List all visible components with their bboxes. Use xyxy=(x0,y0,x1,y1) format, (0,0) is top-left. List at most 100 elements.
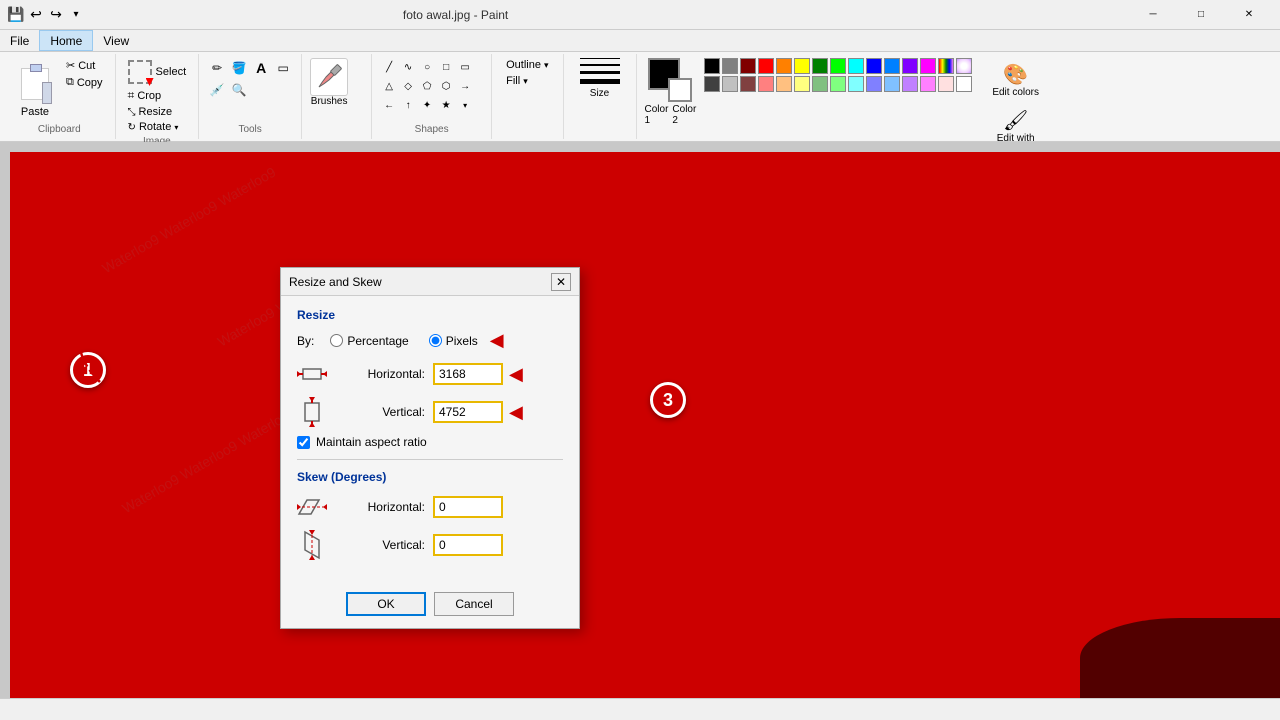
cut-button[interactable]: ✂ Cut xyxy=(62,58,107,73)
percentage-radio[interactable] xyxy=(330,334,343,347)
swatch-lavender[interactable] xyxy=(902,76,918,92)
color-picker-tool[interactable]: 💉 xyxy=(207,80,227,100)
arrow-right-tool[interactable]: → xyxy=(456,77,474,95)
select-button[interactable]: Select xyxy=(124,58,191,86)
vertical-arrow: ◀ xyxy=(509,402,523,423)
rotate-button[interactable]: ↻ Rotate ▾ xyxy=(124,120,191,134)
cancel-button[interactable]: Cancel xyxy=(434,592,514,616)
swatch-blue[interactable] xyxy=(866,58,882,74)
percentage-radio-label[interactable]: Percentage xyxy=(330,334,408,348)
swatch-black[interactable] xyxy=(704,58,720,74)
ok-button[interactable]: OK xyxy=(346,592,426,616)
maintain-aspect-checkbox[interactable] xyxy=(297,436,310,449)
size-line-2[interactable] xyxy=(580,64,620,66)
crop-button[interactable]: ⌗ Crop xyxy=(124,87,191,104)
skew-horizontal-row: Horizontal: xyxy=(297,492,563,522)
menu-file[interactable]: File xyxy=(0,30,39,51)
close-button[interactable]: ✕ xyxy=(1226,0,1272,30)
fill-tool[interactable]: 🪣 xyxy=(229,58,249,78)
rect-tool[interactable]: □ xyxy=(437,58,455,76)
fill-button[interactable]: Fill▾ xyxy=(500,74,554,88)
window-controls[interactable]: ─ □ ✕ xyxy=(1130,0,1272,30)
swatch-pink[interactable] xyxy=(758,76,774,92)
swatch-cyan[interactable] xyxy=(848,58,864,74)
undo-icon[interactable]: ↩ xyxy=(28,7,44,23)
swatch-gray[interactable] xyxy=(722,58,738,74)
arrow-up-tool[interactable]: ↑ xyxy=(399,96,417,114)
size-line-4[interactable] xyxy=(580,79,620,84)
pixels-radio-label[interactable]: Pixels xyxy=(429,334,478,348)
quick-access-toolbar[interactable]: 💾 ↩ ↪ ▾ xyxy=(8,7,84,23)
color2-swatch[interactable] xyxy=(668,78,692,102)
swatch-special[interactable] xyxy=(956,58,972,74)
swatch-magenta[interactable] xyxy=(920,58,936,74)
swatch-white[interactable] xyxy=(956,76,972,92)
swatch-green[interactable] xyxy=(812,58,828,74)
ribbon: Paste ✂ Cut ⧉ Copy Clipboard Select ⌗ xyxy=(0,52,1280,142)
outline-button[interactable]: Outline▾ xyxy=(500,58,554,72)
swatch-lightcyan[interactable] xyxy=(848,76,864,92)
swatch-lightyellow[interactable] xyxy=(794,76,810,92)
vertical-resize-icon xyxy=(297,397,327,427)
swatch-periwinkle[interactable] xyxy=(866,76,882,92)
swatch-maroon[interactable] xyxy=(740,76,756,92)
maximize-button[interactable]: □ xyxy=(1178,0,1224,30)
swatch-orange[interactable] xyxy=(776,58,792,74)
brush-selector[interactable] xyxy=(310,58,348,96)
swatch-verylight[interactable] xyxy=(938,76,954,92)
swatch-darkred[interactable] xyxy=(740,58,756,74)
magnify-tool[interactable]: 🔍 xyxy=(229,80,249,100)
triangle-tool[interactable]: △ xyxy=(380,77,398,95)
swatch-skyblue[interactable] xyxy=(884,76,900,92)
edit-colors-label: Edit colors xyxy=(992,87,1039,98)
line-tool[interactable]: ╱ xyxy=(380,58,398,76)
swatch-lightgreen[interactable] xyxy=(812,76,828,92)
dropdown-icon[interactable]: ▾ xyxy=(68,7,84,23)
redo-icon[interactable]: ↪ xyxy=(48,7,64,23)
hexagon-tool[interactable]: ⬡ xyxy=(437,77,455,95)
text-tool[interactable]: A xyxy=(251,58,271,78)
paste-button[interactable]: Paste xyxy=(12,58,58,122)
star5-tool[interactable]: ★ xyxy=(437,96,455,114)
swatch-palegreen[interactable] xyxy=(830,76,846,92)
rounded-rect-tool[interactable]: ▭ xyxy=(456,58,474,76)
skew-horizontal-input[interactable] xyxy=(433,496,503,518)
swatch-lightblue[interactable] xyxy=(884,58,900,74)
swatch-peach[interactable] xyxy=(776,76,792,92)
menu-home[interactable]: Home xyxy=(39,30,93,51)
horizontal-input[interactable] xyxy=(433,363,503,385)
pencil-tool[interactable]: ✏ xyxy=(207,58,227,78)
menu-view[interactable]: View xyxy=(93,30,139,51)
swatch-red[interactable] xyxy=(758,58,774,74)
minimize-button[interactable]: ─ xyxy=(1130,0,1176,30)
shapes-expand[interactable]: ▾ xyxy=(456,96,474,114)
pentagon-tool[interactable]: ⬠ xyxy=(418,77,436,95)
save-icon[interactable]: 💾 xyxy=(8,7,24,23)
cut-label: Cut xyxy=(78,60,95,72)
arrow-left-tool[interactable]: ← xyxy=(380,96,398,114)
diamond-tool[interactable]: ◇ xyxy=(399,77,417,95)
canvas-content[interactable]: Waterloo9 Waterloo9 Waterloo9 Waterloo9 … xyxy=(10,152,1280,698)
eraser-tool[interactable]: ▭ xyxy=(273,58,293,78)
swatch-lightpink[interactable] xyxy=(920,76,936,92)
size-selector[interactable] xyxy=(580,58,620,84)
swatch-darkgray[interactable] xyxy=(704,76,720,92)
resize-skew-dialog: Resize and Skew ✕ Resize By: Percentage … xyxy=(280,267,580,629)
pixels-radio[interactable] xyxy=(429,334,442,347)
skew-vertical-input[interactable] xyxy=(433,534,503,556)
size-line-1[interactable] xyxy=(580,58,620,59)
star4-tool[interactable]: ✦ xyxy=(418,96,436,114)
swatch-rainbow[interactable] xyxy=(938,58,954,74)
swatch-yellow[interactable] xyxy=(794,58,810,74)
oval-tool[interactable]: ○ xyxy=(418,58,436,76)
size-line-3[interactable] xyxy=(580,71,620,74)
vertical-input[interactable] xyxy=(433,401,503,423)
edit-colors-button[interactable]: 🎨 Edit colors xyxy=(984,58,1047,102)
copy-button[interactable]: ⧉ Copy xyxy=(62,75,107,90)
swatch-purple[interactable] xyxy=(902,58,918,74)
dialog-close-button[interactable]: ✕ xyxy=(551,273,571,291)
curve-tool[interactable]: ∿ xyxy=(399,58,417,76)
swatch-lime[interactable] xyxy=(830,58,846,74)
swatch-silver[interactable] xyxy=(722,76,738,92)
resize-button[interactable]: ⤡ Resize xyxy=(124,105,191,119)
